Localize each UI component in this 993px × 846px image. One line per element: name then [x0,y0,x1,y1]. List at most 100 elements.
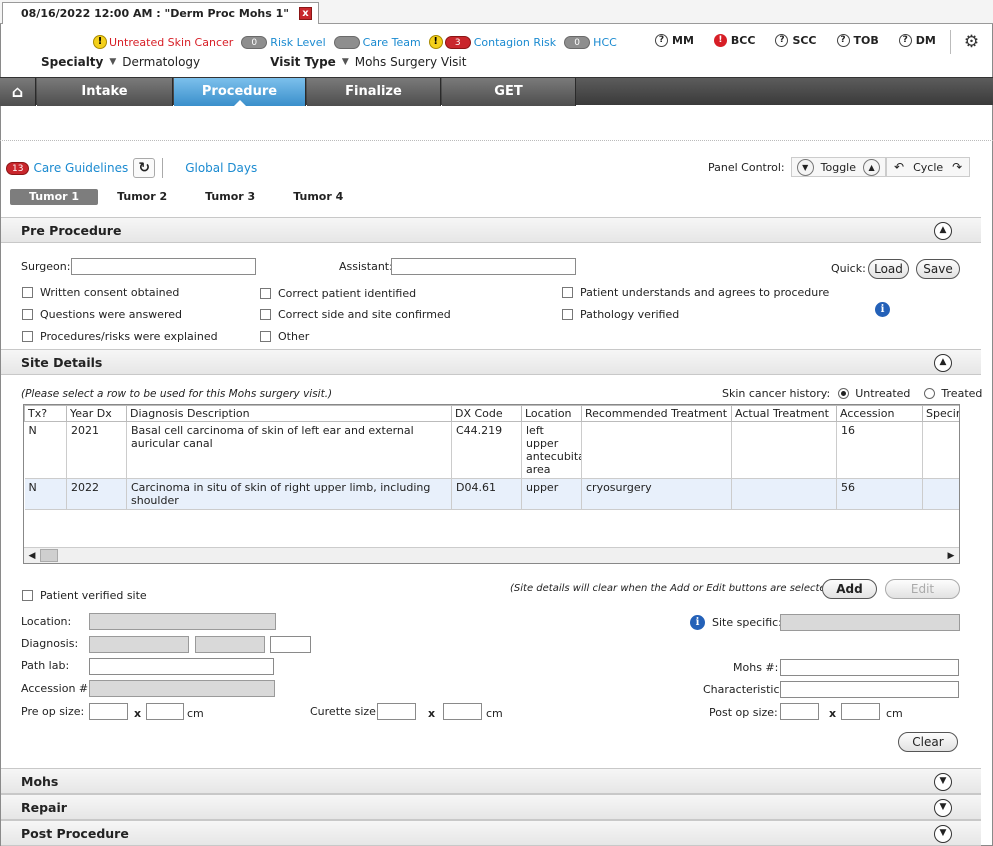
checkbox-label: Written consent obtained [40,286,180,299]
expand-all-icon[interactable]: ▼ [796,158,814,176]
tab-get[interactable]: GET [442,78,576,106]
tab-tumor-2[interactable]: Tumor 2 [98,189,186,205]
chevron-down-icon[interactable]: ▼ [934,773,952,791]
visit-type-value[interactable]: Mohs Surgery Visit [355,55,467,69]
column-header[interactable]: Actual Treatment [731,405,837,422]
hcc-link[interactable]: HCC [593,36,617,49]
refresh-button[interactable]: ↻ [133,158,156,178]
column-header[interactable]: Accession [836,405,923,422]
scroll-thumb[interactable] [40,549,58,562]
scroll-left-icon[interactable]: ◀ [24,548,40,563]
chevron-down-icon[interactable]: ▼ [109,57,116,67]
save-button[interactable]: Save [916,259,960,279]
horizontal-scrollbar[interactable]: ◀ ▶ [24,547,959,563]
table-row[interactable]: N 2022 Carcinoma in situ of skin of righ… [24,478,959,510]
post-procedure-header[interactable]: Post Procedure ▼ [1,820,981,846]
column-header[interactable]: Diagnosis Description [126,405,452,422]
tab-tumor-3[interactable]: Tumor 3 [186,189,274,205]
pre-op-size-width[interactable] [89,703,128,720]
care-guidelines-link[interactable]: Care Guidelines [33,161,128,175]
specialty-value[interactable]: Dermatology [122,55,200,69]
edit-button[interactable]: Edit [885,579,960,599]
indicator-label: BCC [730,34,756,47]
cycle-button[interactable]: Cycle [913,161,943,174]
radio-treated[interactable]: Treated [924,387,982,400]
checkbox-other[interactable]: Other [260,330,309,343]
checkbox-patient-agrees[interactable]: Patient understands and agrees to proced… [562,286,829,299]
clear-button[interactable]: Clear [898,732,958,752]
column-header[interactable]: Location [521,405,582,422]
site-details-header[interactable]: Site Details ▲ [1,349,981,375]
diagnosis-field-2[interactable] [195,636,265,653]
section-title: Pre Procedure [21,223,122,238]
pre-op-size-height[interactable] [146,703,184,720]
radio-untreated[interactable]: Untreated [838,387,910,400]
tab-intake[interactable]: Intake [37,78,173,106]
add-button[interactable]: Add [822,579,877,599]
table-row[interactable]: N 2021 Basal cell carcinoma of skin of l… [24,421,959,479]
info-icon[interactable]: i [690,615,705,630]
collapse-all-icon[interactable]: ▲ [863,158,881,176]
checkbox-pathology-verified[interactable]: Pathology verified [562,308,679,321]
accession-field[interactable] [89,680,275,697]
assistant-field[interactable] [391,258,576,275]
column-header[interactable]: Tx? [24,405,67,422]
path-lab-field[interactable] [89,658,274,675]
surgeon-field[interactable] [71,258,256,275]
checkbox-patient-verified-site[interactable]: Patient verified site [22,589,147,602]
location-field[interactable] [89,613,276,630]
diagnosis-field-1[interactable] [89,636,189,653]
column-header[interactable]: DX Code [451,405,522,422]
home-button[interactable]: ⌂ [0,78,36,106]
column-header[interactable]: Specim [922,405,959,422]
mohs-header[interactable]: Mohs ▼ [1,768,981,794]
indicator-mm[interactable]: ? MM [655,34,694,47]
settings-button[interactable]: ⚙ [950,30,992,54]
indicator-dm[interactable]: ? DM [898,34,936,47]
tab-procedure[interactable]: Procedure [174,78,306,106]
column-header[interactable]: Recommended Treatment [581,405,732,422]
chevron-up-icon[interactable]: ▲ [934,354,952,372]
scroll-right-icon[interactable]: ▶ [943,548,959,563]
global-days-link[interactable]: Global Days [185,161,257,175]
checkbox-risks-explained[interactable]: Procedures/risks were explained [22,330,218,343]
site-table: Tx? Year Dx Diagnosis Description DX Cod… [24,405,959,510]
checkbox-questions-answered[interactable]: Questions were answered [22,308,182,321]
post-op-size-width[interactable] [780,703,819,720]
chevron-down-icon[interactable]: ▼ [934,825,952,843]
tab-finalize[interactable]: Finalize [307,78,441,106]
checkbox-label: Correct patient identified [278,287,417,300]
indicator-scc[interactable]: ? SCC [775,34,817,47]
checkbox-correct-patient[interactable]: Correct patient identified [260,287,416,300]
contagion-risk-link[interactable]: Contagion Risk [474,36,556,49]
checkbox-written-consent[interactable]: Written consent obtained [22,286,179,299]
curette-size-width[interactable] [377,703,416,720]
risk-level-link[interactable]: Risk Level [270,36,325,49]
chevron-up-icon[interactable]: ▲ [934,222,952,240]
toggle-button[interactable]: Toggle [821,161,856,174]
column-header[interactable]: Year Dx [66,405,127,422]
untreated-skin-cancer-link[interactable]: Untreated Skin Cancer [109,36,233,49]
cycle-back-icon[interactable]: ↶ [894,160,904,174]
indicator-bcc[interactable]: ! BCC [713,34,756,47]
pre-procedure-header[interactable]: Pre Procedure ▲ [1,217,981,243]
tab-tumor-4[interactable]: Tumor 4 [274,189,362,205]
chevron-down-icon[interactable]: ▼ [342,57,349,67]
care-team-link[interactable]: Care Team [363,36,421,49]
repair-header[interactable]: Repair ▼ [1,794,981,820]
load-button[interactable]: Load [868,259,909,279]
site-specific-field[interactable] [780,614,960,631]
post-op-size-height[interactable] [841,703,880,720]
document-tab[interactable]: 08/16/2022 12:00 AM : "Derm Proc Mohs 1"… [2,2,319,24]
characteristic-field[interactable] [780,681,959,698]
diagnosis-field-3[interactable] [270,636,311,653]
cycle-forward-icon[interactable]: ↷ [952,160,962,174]
checkbox-correct-side-site[interactable]: Correct side and site confirmed [260,308,451,321]
info-icon[interactable]: i [875,302,890,317]
close-icon[interactable]: x [299,7,312,20]
chevron-down-icon[interactable]: ▼ [934,799,952,817]
mohs-number-field[interactable] [780,659,959,676]
curette-size-height[interactable] [443,703,482,720]
indicator-tob[interactable]: ? TOB [836,34,879,47]
tab-tumor-1[interactable]: Tumor 1 [10,189,99,205]
